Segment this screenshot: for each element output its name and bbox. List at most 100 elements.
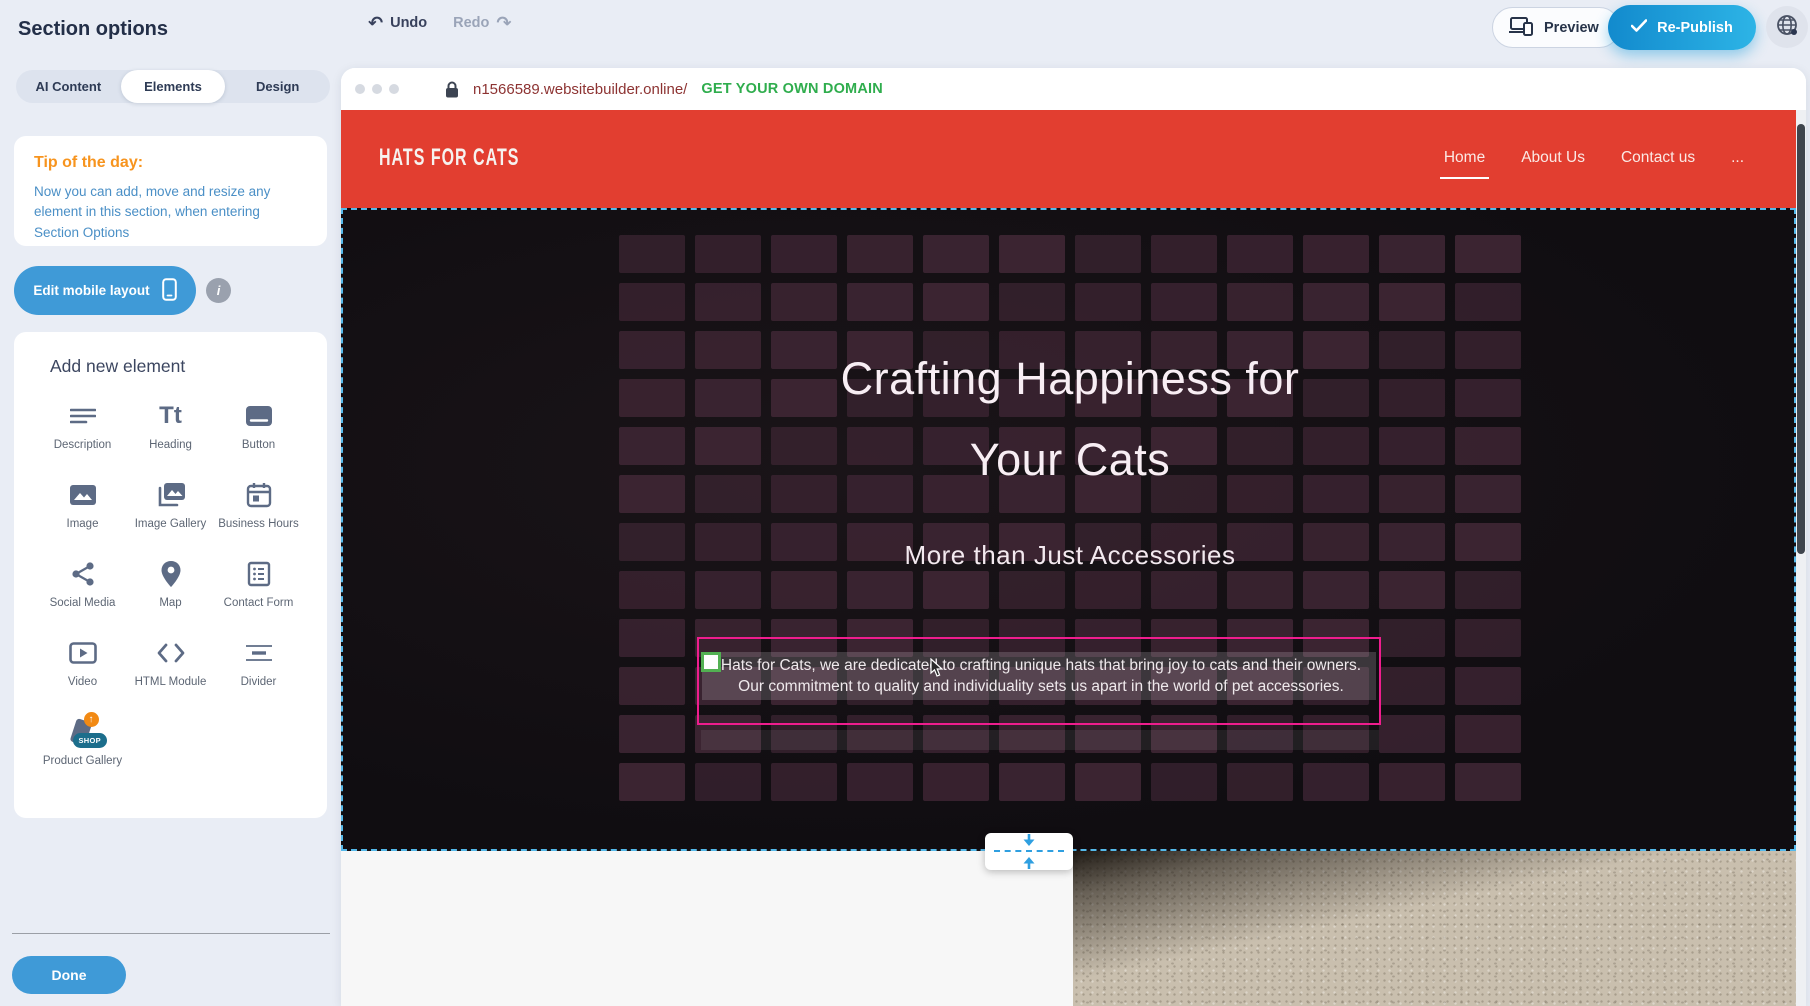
hero-description-text: Hats for Cats, we are dedicated to craft… (709, 655, 1373, 697)
heading-icon: Tt (155, 401, 187, 431)
description-element-selected[interactable]: Hats for Cats, we are dedicated to craft… (697, 637, 1381, 725)
hero-tile (771, 571, 837, 609)
site-logo[interactable]: HATS FOR CATS (379, 146, 519, 173)
hero-tile (1227, 235, 1293, 273)
arrow-up-icon (1022, 856, 1036, 869)
element-map[interactable]: Map (127, 559, 215, 625)
hero-tile (1455, 283, 1521, 321)
upgrade-arrow-icon: ↑ (84, 712, 99, 727)
redo-label: Redo (453, 15, 489, 31)
undo-button[interactable]: ↶ Undo (368, 14, 427, 32)
edit-mobile-layout-button[interactable]: Edit mobile layout (14, 266, 196, 315)
done-button[interactable]: Done (12, 956, 126, 994)
hero-tile (1455, 667, 1521, 705)
nav-about-us[interactable]: About Us (1521, 149, 1585, 169)
lock-icon (445, 81, 459, 98)
hero-tile (619, 571, 685, 609)
next-section-image (1073, 851, 1796, 1006)
tab-design[interactable]: Design (225, 70, 330, 103)
hero-tile (847, 235, 913, 273)
description-icon (67, 401, 99, 431)
social-media-icon (67, 559, 99, 589)
element-image[interactable]: Image (39, 480, 127, 546)
site-nav: Home About Us Contact us ... (1444, 110, 1744, 208)
element-heading[interactable]: Tt Heading (127, 401, 215, 467)
hero-tile (1227, 571, 1293, 609)
get-domain-link[interactable]: GET YOUR OWN DOMAIN (701, 81, 883, 97)
hero-tile (1075, 763, 1141, 801)
globe-button[interactable] (1766, 6, 1808, 48)
hero-tile (923, 283, 989, 321)
hero-tile (1455, 763, 1521, 801)
contact-form-icon (243, 559, 275, 589)
hero-tile (1455, 715, 1521, 753)
next-section (341, 851, 1796, 1006)
republish-button[interactable]: Re-Publish (1608, 5, 1756, 50)
info-icon[interactable]: i (206, 278, 231, 303)
element-business-hours[interactable]: Business Hours (215, 480, 303, 546)
site-content: HATS FOR CATS Home About Us Contact us .… (341, 110, 1796, 1006)
undo-label: Undo (390, 15, 427, 31)
image-gallery-icon (155, 480, 187, 510)
hero-tile (771, 235, 837, 273)
hero-tile (923, 235, 989, 273)
page-title: Section options (18, 18, 168, 41)
business-hours-icon (243, 480, 275, 510)
hero-tile (1379, 715, 1445, 753)
nav-contact-us[interactable]: Contact us (1621, 149, 1695, 169)
button-icon (243, 401, 275, 431)
add-element-grid: Description Tt Heading Button Image (14, 401, 327, 783)
preview-scrollbar[interactable] (1796, 110, 1806, 1006)
hero-tile (1303, 763, 1369, 801)
hero-tile (847, 763, 913, 801)
undo-redo-group: ↶ Undo Redo ↷ (368, 14, 511, 32)
element-html-module[interactable]: HTML Module (127, 638, 215, 704)
element-social-media[interactable]: Social Media (39, 559, 127, 625)
hero-heading[interactable]: Crafting Happiness for Your Cats (619, 338, 1521, 500)
element-image-gallery[interactable]: Image Gallery (127, 480, 215, 546)
hero-section-selected[interactable]: Crafting Happiness for Your Cats More th… (341, 208, 1796, 851)
tab-elements[interactable]: Elements (121, 70, 226, 103)
hero-tile (1151, 763, 1217, 801)
scrollbar-thumb[interactable] (1797, 124, 1805, 554)
hero-tile (923, 763, 989, 801)
hero-tile (999, 763, 1065, 801)
hero-tile (1303, 235, 1369, 273)
image-icon (67, 480, 99, 510)
hero-tile (999, 235, 1065, 273)
element-video[interactable]: Video (39, 638, 127, 704)
element-divider[interactable]: Divider (215, 638, 303, 704)
hero-tile (771, 763, 837, 801)
hero-tile (695, 763, 761, 801)
hero-tile (1455, 619, 1521, 657)
product-gallery-icon: SHOP ↑ (67, 717, 99, 747)
undo-icon: ↶ (368, 14, 383, 32)
redo-button[interactable]: Redo ↷ (453, 14, 511, 32)
nav-more-menu[interactable]: ... (1731, 149, 1744, 169)
hero-tile (847, 283, 913, 321)
element-description[interactable]: Description (39, 401, 127, 467)
arrow-down-icon (1022, 834, 1036, 847)
hero-tile (1379, 235, 1445, 273)
hero-tile (999, 283, 1065, 321)
divider-icon (243, 638, 275, 668)
section-resize-handle[interactable] (985, 833, 1073, 870)
site-url[interactable]: n1566589.websitebuilder.online/ (473, 81, 687, 98)
hero-tile (695, 235, 761, 273)
devices-icon (1509, 16, 1535, 40)
hero-tile (923, 571, 989, 609)
hero-tile (1455, 571, 1521, 609)
hero-tile (619, 763, 685, 801)
phone-icon (162, 278, 177, 304)
element-contact-form[interactable]: Contact Form (215, 559, 303, 625)
tab-ai-content[interactable]: AI Content (16, 70, 121, 103)
hero-tile (1227, 283, 1293, 321)
element-product-gallery[interactable]: SHOP ↑ Product Gallery (39, 717, 127, 783)
element-button[interactable]: Button (215, 401, 303, 467)
preview-button[interactable]: Preview (1492, 7, 1620, 48)
nav-home[interactable]: Home (1444, 149, 1485, 169)
hero-tile (847, 571, 913, 609)
hero-tile (1303, 283, 1369, 321)
hero-tile (1379, 571, 1445, 609)
hero-subheading[interactable]: More than Just Accessories (619, 540, 1521, 571)
